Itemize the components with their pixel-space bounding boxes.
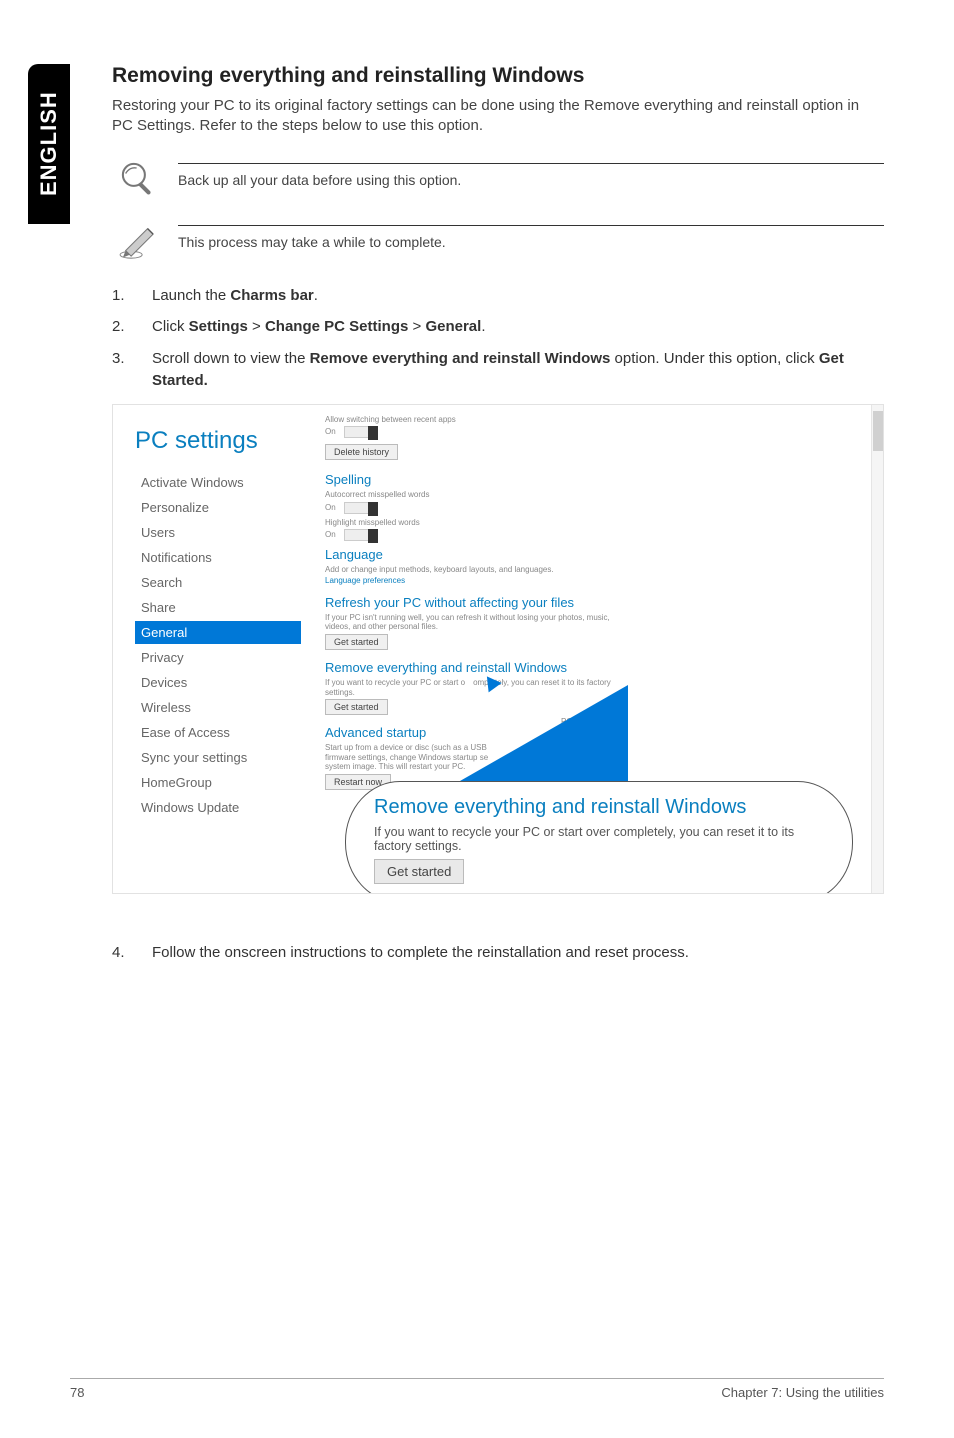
refresh-head: Refresh your PC without affecting your f… bbox=[325, 595, 871, 610]
sidebar-item-privacy[interactable]: Privacy bbox=[135, 646, 301, 669]
sidebar-item-activate-windows[interactable]: Activate Windows bbox=[135, 471, 301, 494]
zoom-get-started-button[interactable]: Get started bbox=[374, 859, 464, 884]
page-content: Removing everything and reinstalling Win… bbox=[112, 64, 884, 973]
pen-icon bbox=[112, 217, 164, 265]
callout-backup-text: Back up all your data before using this … bbox=[178, 172, 884, 188]
step-text-3: Scroll down to view the Remove everythin… bbox=[152, 348, 884, 392]
remove-head: Remove everything and reinstall Windows bbox=[325, 660, 871, 675]
highlight-on: On bbox=[325, 530, 336, 540]
language-tab: ENGLISH bbox=[28, 64, 70, 224]
step4-text: Follow the onscreen instructions to comp… bbox=[152, 942, 884, 964]
remove-get-started-button[interactable]: Get started bbox=[325, 699, 388, 715]
sidebar-item-personalize[interactable]: Personalize bbox=[135, 496, 301, 519]
recent-on-label: On bbox=[325, 427, 336, 437]
step-text-2: Click Settings > Change PC Settings > Ge… bbox=[152, 316, 884, 338]
delete-history-button[interactable]: Delete history bbox=[325, 444, 398, 460]
page-number: 78 bbox=[70, 1385, 84, 1400]
shot-sidebar: PC settings Activate WindowsPersonalizeU… bbox=[113, 405, 311, 893]
steps-list: 1.Launch the Charms bar.2.Click Settings… bbox=[112, 285, 884, 392]
magnifier-icon bbox=[112, 155, 164, 203]
sidebar-item-homegroup[interactable]: HomeGroup bbox=[135, 771, 301, 794]
autocorrect-label: Autocorrect misspelled words bbox=[325, 490, 871, 500]
step4-num: 4. bbox=[112, 942, 152, 964]
highlight-label: Highlight misspelled words bbox=[325, 518, 871, 528]
pc-settings-title: PC settings bbox=[135, 427, 301, 455]
step-num-1: 1. bbox=[112, 285, 152, 307]
language-preferences-link[interactable]: Language preferences bbox=[325, 576, 405, 585]
sidebar-item-devices[interactable]: Devices bbox=[135, 671, 301, 694]
callout-time-text: This process may take a while to complet… bbox=[178, 234, 884, 250]
pc-settings-screenshot: PC settings Activate WindowsPersonalizeU… bbox=[112, 404, 884, 894]
sidebar-item-users[interactable]: Users bbox=[135, 521, 301, 544]
sidebar-item-search[interactable]: Search bbox=[135, 571, 301, 594]
step-text-1: Launch the Charms bar. bbox=[152, 285, 884, 307]
recent-apps-label: Allow switching between recent apps bbox=[325, 415, 871, 425]
highlight-toggle[interactable] bbox=[344, 529, 378, 541]
callout-time: This process may take a while to complet… bbox=[112, 217, 884, 265]
sidebar-item-wireless[interactable]: Wireless bbox=[135, 696, 301, 719]
sidebar-item-ease-of-access[interactable]: Ease of Access bbox=[135, 721, 301, 744]
refresh-desc: If your PC isn't running well, you can r… bbox=[325, 613, 625, 632]
sidebar-item-share[interactable]: Share bbox=[135, 596, 301, 619]
section-heading: Removing everything and reinstalling Win… bbox=[112, 64, 884, 88]
zoom-callout: Remove everything and reinstall Windows … bbox=[345, 781, 853, 894]
chapter-label: Chapter 7: Using the utilities bbox=[721, 1385, 884, 1400]
zoom-head: Remove everything and reinstall Windows bbox=[374, 796, 824, 819]
sidebar-item-sync-your-settings[interactable]: Sync your settings bbox=[135, 746, 301, 769]
sidebar-item-general[interactable]: General bbox=[135, 621, 301, 644]
shot-scrollbar[interactable] bbox=[871, 405, 883, 893]
recent-toggle[interactable] bbox=[344, 426, 378, 438]
autocorrect-on: On bbox=[325, 503, 336, 513]
sidebar-item-windows-update[interactable]: Windows Update bbox=[135, 796, 301, 819]
callout-backup: Back up all your data before using this … bbox=[112, 155, 884, 203]
spelling-head: Spelling bbox=[325, 472, 871, 487]
language-head: Language bbox=[325, 547, 871, 562]
intro-paragraph: Restoring your PC to its original factor… bbox=[112, 96, 884, 137]
step-num-3: 3. bbox=[112, 348, 152, 392]
page-footer: 78 Chapter 7: Using the utilities bbox=[70, 1378, 884, 1400]
steps-list-2: 4. Follow the onscreen instructions to c… bbox=[112, 942, 884, 964]
zoom-text: If you want to recycle your PC or start … bbox=[374, 825, 824, 853]
refresh-get-started-button[interactable]: Get started bbox=[325, 634, 388, 650]
sidebar-item-notifications[interactable]: Notifications bbox=[135, 546, 301, 569]
autocorrect-toggle[interactable] bbox=[344, 502, 378, 514]
language-desc: Add or change input methods, keyboard la… bbox=[325, 565, 871, 575]
step-num-2: 2. bbox=[112, 316, 152, 338]
